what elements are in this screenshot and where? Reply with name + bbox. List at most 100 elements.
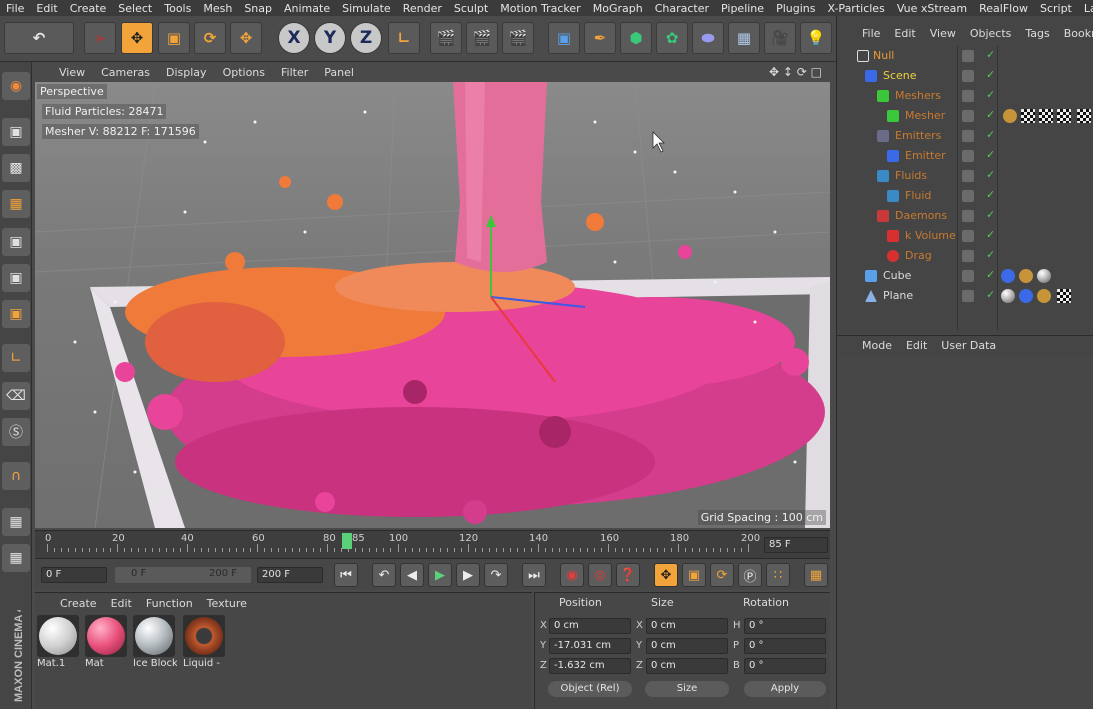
object-row-plane[interactable]: Plane ✓ — [837, 286, 1093, 306]
om-menu-tags[interactable]: Tags — [1018, 27, 1056, 40]
om-menu-file[interactable]: File — [855, 27, 887, 40]
coordinate-mode-dropdown[interactable]: Object (Rel) — [548, 681, 632, 697]
collider-tag-icon[interactable] — [1019, 289, 1033, 303]
menu-snap[interactable]: Snap — [238, 2, 278, 15]
collider-tag-icon[interactable] — [1001, 269, 1015, 283]
enabled-check-icon[interactable]: ✓ — [986, 148, 995, 161]
size-mode-dropdown[interactable]: Size — [645, 681, 729, 697]
menu-character[interactable]: Character — [649, 2, 715, 15]
material-mat[interactable]: Mat — [85, 615, 129, 673]
visibility-toggle[interactable] — [962, 70, 974, 82]
visibility-toggle[interactable] — [962, 250, 974, 262]
position-y-field[interactable]: -17.031 cm — [549, 638, 631, 654]
end-frame-field[interactable]: 200 F — [257, 567, 323, 583]
enabled-check-icon[interactable]: ✓ — [986, 188, 995, 201]
rotate-tool-button[interactable]: ⟳ — [194, 22, 226, 54]
visibility-toggle[interactable] — [962, 90, 974, 102]
object-row-k-volume[interactable]: k Volume ✓ — [837, 226, 1093, 246]
preview-range-slider[interactable]: 0 F 200 F — [115, 567, 251, 583]
undo-button[interactable]: ↶ — [4, 22, 74, 54]
recent-tool-button[interactable]: ✥ — [230, 22, 262, 54]
previous-frame-button[interactable]: ◀ — [400, 563, 424, 587]
menu-mesh[interactable]: Mesh — [197, 2, 238, 15]
menu-edit[interactable]: Edit — [30, 2, 63, 15]
checker-material-tag-icon[interactable] — [1077, 109, 1091, 123]
attr-menu-mode[interactable]: Mode — [855, 339, 899, 352]
om-menu-edit[interactable]: Edit — [887, 27, 922, 40]
enabled-check-icon[interactable]: ✓ — [986, 128, 995, 141]
rotation-h-field[interactable]: 0 ° — [744, 618, 826, 634]
size-x-field[interactable]: 0 cm — [646, 618, 728, 634]
menu-vue-xstream[interactable]: Vue xStream — [891, 2, 973, 15]
coordinate-system-button[interactable]: ∟ — [388, 22, 420, 54]
render-view-button[interactable]: 🎬 — [430, 22, 462, 54]
perspective-viewport[interactable]: Perspective Fluid Particles: 28471 Meshe… — [35, 82, 830, 528]
viewport-menu-panel[interactable]: Panel — [316, 66, 362, 79]
menu-file[interactable]: File — [0, 2, 30, 15]
menu-pipeline[interactable]: Pipeline — [715, 2, 770, 15]
visibility-toggle[interactable] — [962, 50, 974, 62]
viewport-menu-options[interactable]: Options — [215, 66, 273, 79]
material-liquid[interactable]: Liquid - — [183, 615, 227, 673]
floor-button[interactable]: ▦ — [728, 22, 760, 54]
snapping-button[interactable]: Ⓢ — [2, 418, 30, 446]
menu-sculpt[interactable]: Sculpt — [448, 2, 494, 15]
select-tool-button[interactable]: ➢ — [84, 22, 116, 54]
enabled-check-icon[interactable]: ✓ — [986, 268, 995, 281]
workplane-mode-button[interactable]: ▦ — [2, 190, 30, 218]
menu-animate[interactable]: Animate — [278, 2, 336, 15]
cloner-button[interactable]: ✿ — [656, 22, 688, 54]
visibility-toggle[interactable] — [962, 110, 974, 122]
scale-tool-button[interactable]: ▣ — [158, 22, 190, 54]
enabled-check-icon[interactable]: ✓ — [986, 208, 995, 221]
model-mode-button[interactable]: ▣ — [2, 118, 30, 146]
viewport-menu-filter[interactable]: Filter — [273, 66, 316, 79]
x-axis-lock-button[interactable]: X — [278, 22, 310, 54]
timeline-ruler[interactable]: 0 20 40 60 80 100 120 140 160 180 200 85… — [35, 530, 830, 558]
keyframe-selection-button[interactable]: ❓ — [616, 563, 640, 587]
material-tag-icon[interactable] — [1001, 289, 1015, 303]
menu-motion-tracker[interactable]: Motion Tracker — [494, 2, 586, 15]
menu-x-particles[interactable]: X-Particles — [821, 2, 890, 15]
lock-workplane-button[interactable]: ▦ — [2, 508, 30, 536]
key-position-button[interactable]: ✥ — [654, 563, 678, 587]
next-key-button[interactable]: ↷ — [484, 563, 508, 587]
visibility-toggle[interactable] — [962, 230, 974, 242]
checker-material-tag-icon[interactable] — [1039, 109, 1053, 123]
deformer-button[interactable]: ⬬ — [692, 22, 724, 54]
viewport-menu-display[interactable]: Display — [158, 66, 215, 79]
visibility-toggle[interactable] — [962, 190, 974, 202]
material-menu-create[interactable]: Create — [53, 597, 104, 610]
polygons-mode-button[interactable]: ▣ — [2, 300, 30, 328]
visibility-toggle[interactable] — [962, 150, 974, 162]
object-row-fluids[interactable]: Fluids ✓ — [837, 166, 1093, 186]
previous-key-button[interactable]: ↶ — [372, 563, 396, 587]
visibility-toggle[interactable] — [962, 270, 974, 282]
planar-workplane-button[interactable]: ▦ — [2, 544, 30, 572]
visibility-toggle[interactable] — [962, 210, 974, 222]
enabled-check-icon[interactable]: ✓ — [986, 248, 995, 261]
enabled-check-icon[interactable]: ✓ — [986, 48, 995, 61]
object-row-mesher[interactable]: Mesher ✓ — [837, 106, 1093, 126]
size-y-field[interactable]: 0 cm — [646, 638, 728, 654]
pen-tool-button[interactable]: ✒ — [584, 22, 616, 54]
texture-mode-button[interactable]: ▩ — [2, 154, 30, 182]
xp-tag-icon[interactable] — [1019, 269, 1033, 283]
y-axis-lock-button[interactable]: Y — [314, 22, 346, 54]
light-button[interactable]: 💡 — [800, 22, 832, 54]
material-menu-function[interactable]: Function — [139, 597, 200, 610]
material-menu-edit[interactable]: Edit — [104, 597, 139, 610]
object-row-emitter[interactable]: Emitter ✓ — [837, 146, 1093, 166]
om-menu-objects[interactable]: Objects — [963, 27, 1019, 40]
object-row-null[interactable]: Null ✓ — [837, 46, 1093, 66]
rotation-p-field[interactable]: 0 ° — [744, 638, 826, 654]
material-tag-icon[interactable] — [1037, 269, 1051, 283]
viewport-navigation-icons[interactable]: ✥ ↕ ⟳ □ — [761, 65, 830, 79]
object-row-daemons[interactable]: Daemons ✓ — [837, 206, 1093, 226]
start-frame-field[interactable]: 0 F — [41, 567, 107, 583]
object-row-scene[interactable]: Scene ✓ — [837, 66, 1093, 86]
object-row-fluid[interactable]: Fluid ✓ — [837, 186, 1093, 206]
enabled-check-icon[interactable]: ✓ — [986, 68, 995, 81]
object-row-meshers[interactable]: Meshers ✓ — [837, 86, 1093, 106]
menu-plugins[interactable]: Plugins — [770, 2, 821, 15]
